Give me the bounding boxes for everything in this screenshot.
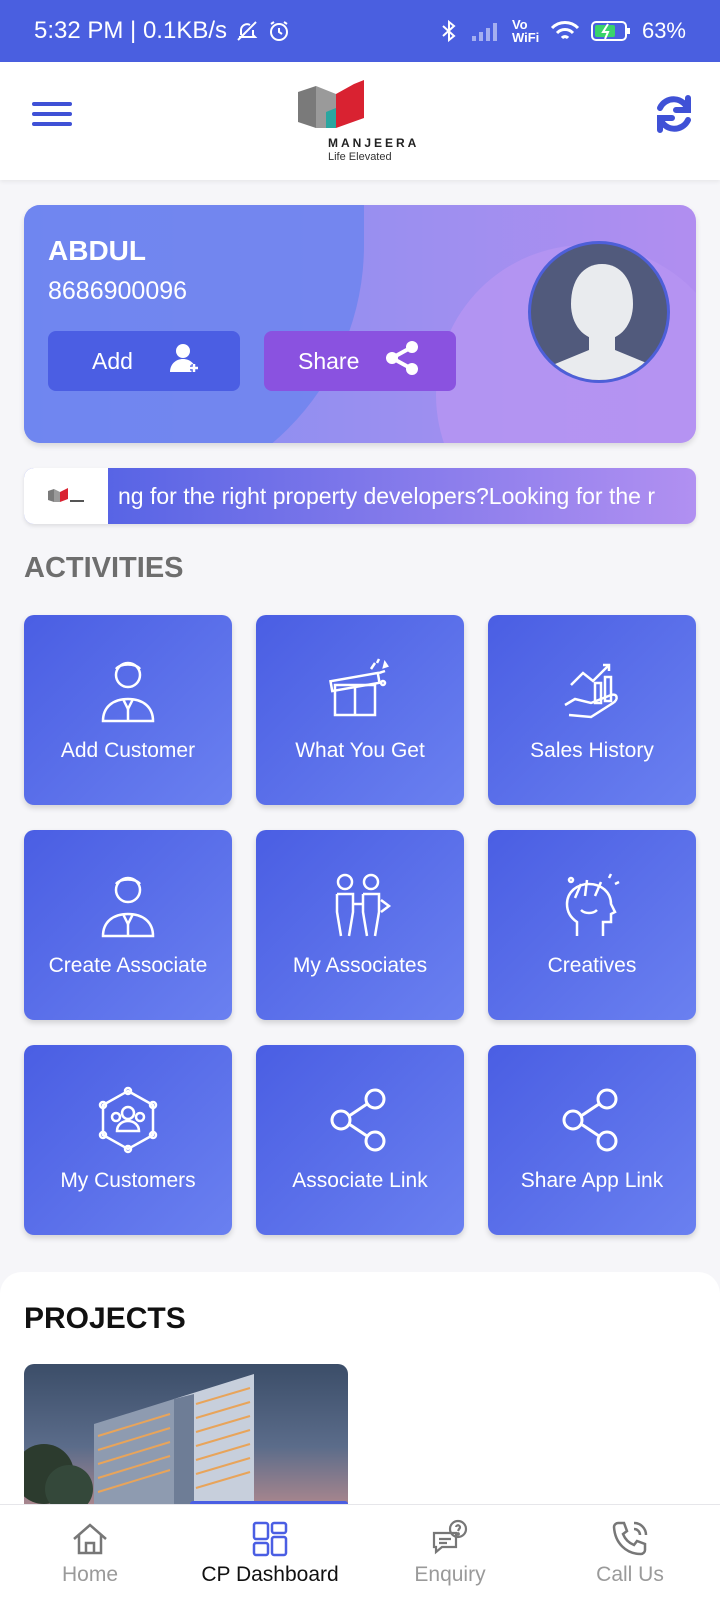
brand-tagline: Life Elevated bbox=[328, 151, 392, 163]
tile-label: Create Associate bbox=[48, 954, 208, 977]
share-icon bbox=[557, 1085, 627, 1155]
nav-cp-dashboard[interactable]: CP Dashboard bbox=[180, 1505, 360, 1600]
dashboard-icon bbox=[250, 1519, 290, 1559]
profile-name: ABDUL bbox=[48, 235, 146, 266]
app-bar: MANJEERA Life Elevated bbox=[0, 62, 720, 180]
share-button[interactable]: Share bbox=[264, 331, 456, 391]
share-icon bbox=[383, 339, 421, 383]
tile-label: My Associates bbox=[292, 954, 428, 977]
tile-associate-link[interactable]: Associate Link bbox=[256, 1045, 464, 1235]
share-button-label: Share bbox=[298, 347, 360, 374]
gift-icon bbox=[325, 655, 395, 725]
enquiry-icon bbox=[430, 1519, 470, 1559]
nav-call-us[interactable]: Call Us bbox=[540, 1505, 720, 1600]
profile-phone: 8686900096 bbox=[48, 277, 188, 305]
refresh-icon[interactable] bbox=[650, 90, 698, 138]
nav-home[interactable]: Home bbox=[0, 1505, 180, 1600]
logo-mark-icon bbox=[298, 80, 364, 128]
chart-hand-icon bbox=[557, 655, 627, 725]
tile-creatives[interactable]: Creatives bbox=[488, 830, 696, 1020]
marquee-text: ng for the right property developers?Loo… bbox=[118, 483, 655, 509]
nav-label: Call Us bbox=[596, 1563, 664, 1586]
profile-card: ABDUL 8686900096 Add Share bbox=[24, 205, 696, 443]
projects-title: PROJECTS bbox=[24, 1302, 186, 1335]
tile-label: Sales History bbox=[530, 739, 654, 762]
nav-label: Home bbox=[61, 1563, 119, 1586]
tile-label: What You Get bbox=[295, 739, 425, 762]
hamburger-icon[interactable] bbox=[32, 96, 72, 136]
network-icon bbox=[93, 1085, 163, 1155]
signal-icon bbox=[470, 20, 502, 42]
add-button-label: Add bbox=[92, 347, 133, 374]
user-tie-icon bbox=[93, 870, 163, 940]
tile-add-customer[interactable]: Add Customer bbox=[24, 615, 232, 805]
share-icon bbox=[325, 1085, 395, 1155]
projects-section: PROJECTS bbox=[0, 1272, 720, 1522]
tile-my-associates[interactable]: My Associates bbox=[256, 830, 464, 1020]
nav-label: Enquiry bbox=[414, 1563, 486, 1586]
user-silhouette-icon bbox=[555, 264, 649, 380]
marquee-logo bbox=[24, 468, 108, 524]
logo-mark-icon bbox=[48, 488, 84, 502]
tile-label: Add Customer bbox=[60, 739, 196, 762]
tile-create-associate[interactable]: Create Associate bbox=[24, 830, 232, 1020]
battery-icon bbox=[590, 19, 632, 43]
bluetooth-icon bbox=[438, 19, 460, 43]
brand-logo: MANJEERA Life Elevated bbox=[296, 78, 426, 168]
building-illustration bbox=[24, 1374, 348, 1514]
wifi-icon bbox=[550, 19, 580, 43]
alarm-icon bbox=[267, 19, 291, 43]
nav-label: CP Dashboard bbox=[201, 1563, 339, 1586]
battery-percent: 63% bbox=[641, 18, 686, 43]
tile-what-you-get[interactable]: What You Get bbox=[256, 615, 464, 805]
nav-enquiry[interactable]: Enquiry bbox=[360, 1505, 540, 1600]
add-button[interactable]: Add bbox=[48, 331, 240, 391]
tile-label: Share App Link bbox=[520, 1169, 664, 1192]
activities-title: ACTIVITIES bbox=[24, 552, 184, 584]
brand-name: MANJEERA bbox=[328, 136, 420, 150]
mute-bell-icon bbox=[235, 19, 259, 43]
add-user-icon bbox=[167, 340, 203, 382]
bottom-nav: Home CP Dashboard Enquiry Call Us bbox=[0, 1504, 720, 1600]
tile-label: Associate Link bbox=[292, 1169, 428, 1192]
home-icon bbox=[70, 1519, 110, 1559]
vowifi-label: Vo WiFi bbox=[511, 17, 540, 45]
status-time: 5:32 PM | 0.1KB/s bbox=[34, 17, 227, 44]
phone-icon bbox=[610, 1519, 650, 1559]
user-tie-icon bbox=[93, 655, 163, 725]
tile-label: My Customers bbox=[60, 1169, 196, 1192]
people-icon bbox=[325, 870, 395, 940]
tile-share-app-link[interactable]: Share App Link bbox=[488, 1045, 696, 1235]
tile-label: Creatives bbox=[547, 954, 637, 977]
creative-head-icon bbox=[557, 870, 627, 940]
tile-sales-history[interactable]: Sales History bbox=[488, 615, 696, 805]
avatar[interactable] bbox=[528, 241, 670, 383]
project-card-image[interactable] bbox=[24, 1364, 348, 1514]
tile-my-customers[interactable]: My Customers bbox=[24, 1045, 232, 1235]
announcement-marquee[interactable]: ng for the right property developers?Loo… bbox=[24, 468, 696, 524]
status-bar: 5:32 PM | 0.1KB/s Vo WiFi 63% bbox=[0, 0, 720, 62]
